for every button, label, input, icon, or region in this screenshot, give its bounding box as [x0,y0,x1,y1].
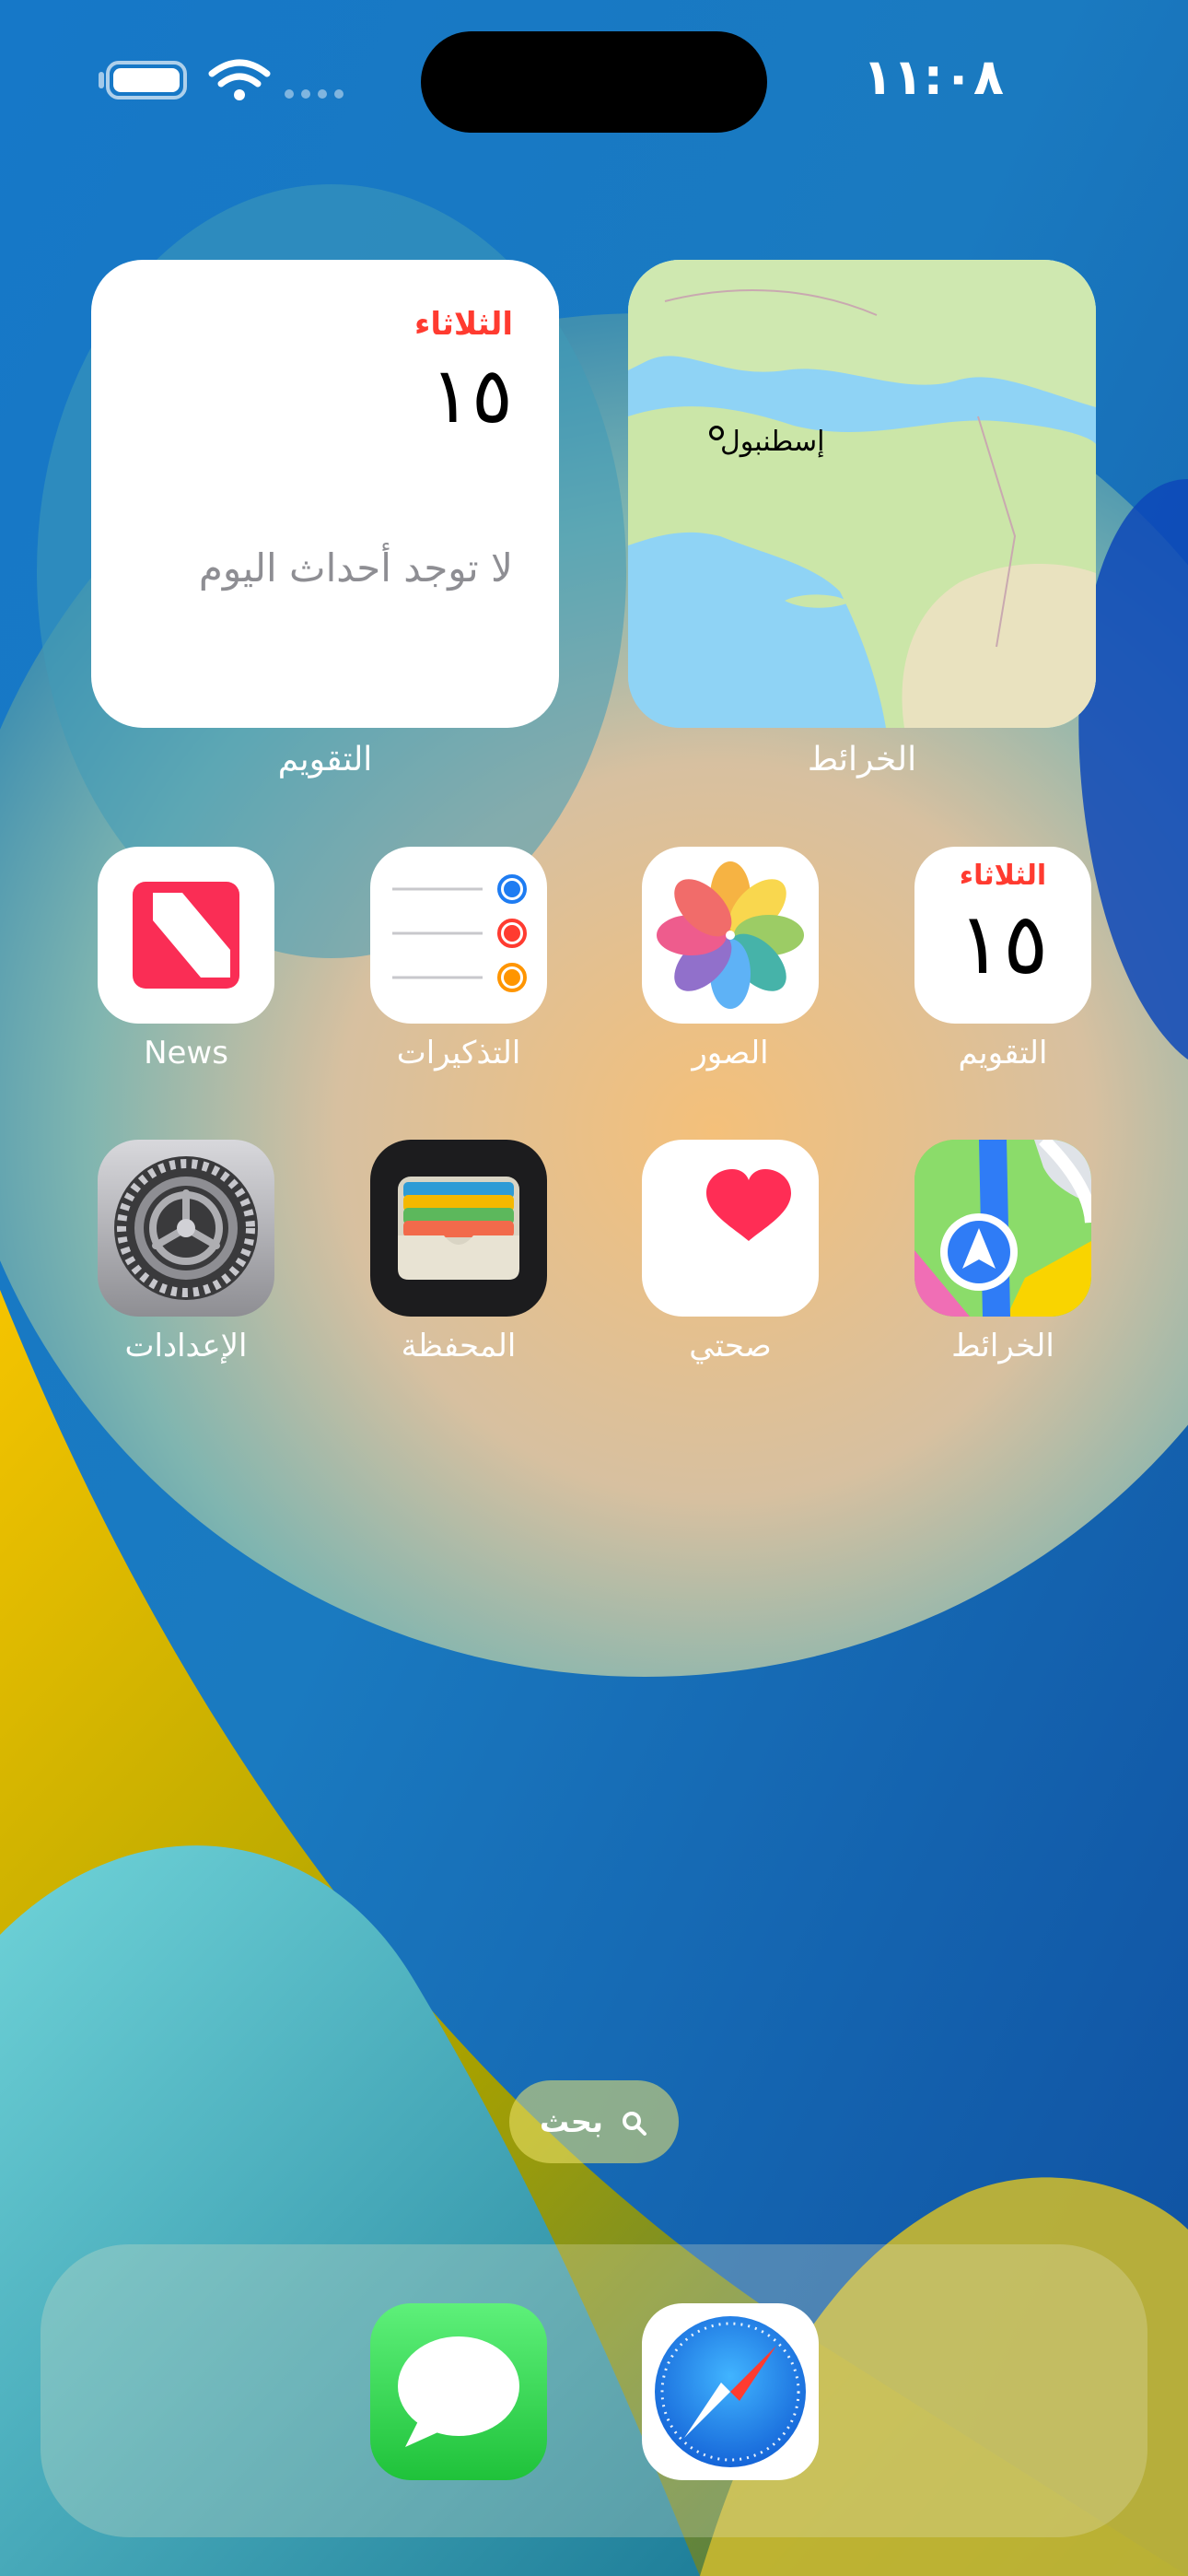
app-label: News [144,1035,228,1071]
search-icon [623,2112,647,2136]
app-photos[interactable]: الصور [642,847,819,1071]
status-time: ١١:٠٨ [862,48,1004,106]
app-label: الخرائط [951,1328,1054,1364]
app-reminders[interactable]: التذكيرات [370,847,547,1071]
news-icon [133,882,239,989]
app-health[interactable]: صحتي [642,1140,819,1364]
dock [41,2244,1147,2537]
app-label: التقويم [958,1035,1048,1071]
dynamic-island [421,31,767,133]
app-label: الصور [692,1035,769,1071]
map-image [628,260,1096,728]
signal-dots-icon [285,89,344,99]
calendar-widget-no-events: لا توجد أحداث اليوم [198,545,513,591]
safari-icon [655,2316,806,2467]
calendar-widget-label: التقويم [277,741,373,779]
app-label: الإعدادات [124,1328,248,1364]
app-maps[interactable]: الخرائط [914,1140,1091,1364]
map-city-label: إسطنبول [720,426,825,458]
calendar-widget-date: ١٥ [429,350,513,440]
photos-icon [657,861,804,1009]
battery-nub [99,72,104,88]
search-button[interactable]: بحث [509,2080,679,2163]
maps-icon [914,1140,1091,1317]
messages-icon [398,2336,519,2447]
calendar-icon-day: الثلاثاء [959,860,1047,892]
reminders-icon [392,874,527,992]
app-wallet[interactable]: المحفظة [370,1140,547,1364]
dock-app-messages[interactable] [370,2303,547,2480]
app-settings[interactable]: الإعدادات [98,1140,274,1364]
wallet-icon [398,1177,519,1280]
calendar-icon-date: ١٥ [957,895,1049,993]
app-calendar[interactable]: الثلاثاء ١٥ التقويم [914,847,1091,1071]
settings-icon [114,1156,258,1300]
app-label: التذكيرات [396,1035,521,1071]
wifi-icon [208,59,271,100]
maps-widget[interactable]: إسطنبول [628,260,1096,728]
battery-icon [106,61,187,100]
dock-app-safari[interactable] [642,2303,819,2480]
app-label: صحتي [689,1328,772,1364]
app-label: المحفظة [401,1328,517,1364]
maps-widget-label: الخرائط [807,741,917,779]
calendar-widget-day: الثلاثاء [413,306,513,343]
search-label: بحث [539,2104,603,2139]
calendar-widget[interactable]: الثلاثاء ١٥ لا توجد أحداث اليوم [91,260,559,728]
health-icon [706,1169,791,1241]
app-news[interactable]: News [98,847,274,1071]
calendar-icon: الثلاثاء ١٥ [914,847,1091,1024]
